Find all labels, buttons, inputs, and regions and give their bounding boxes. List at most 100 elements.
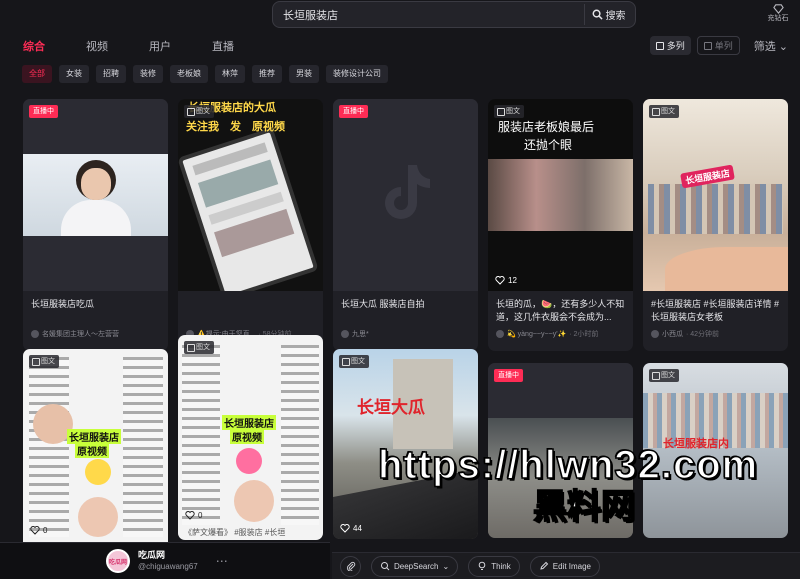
image-post-badge: 图文 (339, 355, 369, 368)
result-card[interactable]: 直播中 长垣大瓜 服装店自拍 九思* (333, 99, 478, 351)
image-post-badge: 图文 (184, 105, 214, 118)
chip-design-company[interactable]: 装修设计公司 (326, 65, 388, 83)
avatar (651, 330, 659, 338)
account-info[interactable]: 吃瓜网 @chiguawang67 (138, 549, 198, 573)
heart-icon (185, 511, 195, 520)
think-label: Think (491, 561, 511, 571)
search-button-label: 搜索 (605, 11, 626, 22)
tiktok-logo-icon (385, 165, 430, 219)
result-card[interactable]: 长垣服装店 原视频 图文 0 《萨文爆看》 #服装店 #长垣 (178, 335, 323, 540)
result-card[interactable]: 长垣服装店 图文 #长垣服装店 #长垣服装店详情 #长垣服装店女老板 小西瓜 · … (643, 99, 788, 351)
image-post-badge: 图文 (494, 105, 524, 118)
avatar (496, 330, 504, 338)
tab-all[interactable]: 综合 (23, 38, 45, 54)
single-column-button[interactable]: 单列 (696, 36, 740, 55)
result-card[interactable]: 长垣服装店的大瓜 关注我 发 原视频 图文 ⚠️提示:由于您直...· 58分钟… (178, 99, 323, 351)
edit-image-label: Edit Image (552, 561, 591, 571)
search-input[interactable] (273, 2, 584, 27)
account-handle: @chiguawang67 (138, 562, 198, 571)
like-value: 0 (198, 510, 203, 520)
think-button[interactable]: Think (468, 555, 520, 577)
sticker (236, 448, 262, 474)
thumb-caption-2: 原视频 (75, 443, 109, 458)
result-card[interactable]: 直播中 (488, 363, 633, 538)
more-icon[interactable]: ⋯ (216, 554, 229, 568)
like-count: 12 (495, 275, 517, 285)
screenshot-collage (29, 357, 69, 537)
card-title: #长垣服装店 #长垣服装店详情 #长垣服装店女老板 (651, 299, 780, 322)
result-card[interactable]: 长垣服装店 原视频 图文 0 (23, 349, 168, 549)
screenshot-collage (182, 345, 220, 525)
deepsearch-icon (381, 562, 390, 571)
chip-women[interactable]: 女装 (59, 65, 89, 83)
thumb-caption: 长垣服装店 (67, 429, 121, 444)
chip-men[interactable]: 男装 (289, 65, 319, 83)
card-thumbnail: 直播中 (488, 363, 633, 538)
result-card[interactable]: 长垣大瓜 图文 44 (333, 349, 478, 539)
clothes-rack (648, 184, 783, 234)
attach-button[interactable] (340, 555, 361, 577)
screenshot-collage (281, 345, 319, 525)
search-results-page: 搜索 充钻石 综合 视频 用户 直播 多列 单列 筛选 ⌄ 全部 女装 招聘 装… (0, 0, 800, 579)
multi-column-button[interactable]: 多列 (649, 36, 691, 55)
image-post-badge: 图文 (29, 355, 59, 368)
card-thumbnail: 长垣服装店内 图文 (643, 363, 788, 538)
deepsearch-button[interactable]: DeepSearch ⌄ (371, 555, 459, 577)
chip-all[interactable]: 全部 (22, 65, 52, 83)
chip-recommend[interactable]: 推荐 (252, 65, 282, 83)
card-author[interactable]: 💫 yàng~~y~~y'✨ (507, 330, 566, 338)
thumb-caption-2: 原视频 (230, 429, 264, 444)
card-info: #长垣服装店 #长垣服装店详情 #长垣服装店女老板 小西瓜 · 42分钟前 (643, 291, 788, 345)
tab-live[interactable]: 直播 (212, 38, 234, 54)
charge-diamond-button[interactable]: 充钻石 (764, 3, 792, 23)
search-icon (592, 9, 603, 20)
heart-icon (30, 526, 40, 535)
like-value: 0 (43, 525, 48, 535)
card-author[interactable]: 名媛集团主理人～左营营 (42, 329, 119, 339)
chip-boss-lady[interactable]: 老板娘 (170, 65, 208, 83)
search-bar: 搜索 (272, 1, 636, 28)
chip-linping[interactable]: 林萍 (215, 65, 245, 83)
card-author[interactable]: 九思* (352, 329, 369, 339)
edit-image-button[interactable]: Edit Image (529, 555, 600, 577)
image-post-badge: 图文 (649, 369, 679, 382)
card-meta: 小西瓜 · 42分钟前 (651, 329, 780, 339)
result-card[interactable]: 直播中 长垣服装店吃瓜 名媛集团主理人～左营营 (23, 99, 168, 351)
thumb-caption: 长垣服装店内 (663, 438, 729, 450)
card-meta: 💫 yàng~~y~~y'✨ · 2小时前 (496, 329, 625, 339)
result-card[interactable]: 长垣服装店内 图文 (643, 363, 788, 538)
face-closeup (665, 247, 788, 291)
tab-users[interactable]: 用户 (149, 38, 171, 54)
phone-screenshot (178, 127, 319, 291)
live-preview (23, 154, 168, 236)
search-button[interactable]: 搜索 (584, 4, 632, 25)
card-title: 长垣服装店吃瓜 (31, 299, 95, 309)
filter-button[interactable]: 筛选 ⌄ (754, 38, 788, 54)
person-body (61, 200, 131, 236)
heart-icon (495, 276, 505, 285)
thumb-caption-2: 关注我 发 原视频 (186, 121, 285, 133)
clothing-rack-photo (488, 159, 633, 231)
card-author[interactable]: 小西瓜 (662, 329, 683, 339)
chip-hiring[interactable]: 招聘 (96, 65, 126, 83)
card-title (186, 298, 315, 325)
card-info: 长垣的瓜，🍉，还有多少人不知道，这几件衣服会不会成为... 💫 yàng~~y~… (488, 291, 633, 345)
card-thumbnail: 长垣服装店的大瓜 关注我 发 原视频 图文 (178, 99, 323, 291)
single-column-label: 单列 (714, 41, 733, 51)
card-thumbnail: 长垣大瓜 图文 44 (333, 349, 478, 539)
thumb-caption-2: 还抛个眼 (524, 138, 573, 152)
charge-label: 充钻石 (767, 15, 789, 22)
filter-chips: 全部 女装 招聘 装修 老板娘 林萍 推荐 男装 装修设计公司 (22, 65, 388, 83)
chevron-down-icon: ⌄ (442, 561, 450, 571)
tab-video[interactable]: 视频 (86, 38, 108, 54)
card-info: 长垣服装店吃瓜 名媛集团主理人～左营营 (23, 291, 168, 345)
result-card[interactable]: 服装店老板娘最后 还抛个眼 图文 12 长垣的瓜，🍉，还有多少人不知道，这几件衣… (488, 99, 633, 351)
chip-decoration[interactable]: 装修 (133, 65, 163, 83)
deepsearch-label: DeepSearch (394, 561, 439, 571)
like-count: 0 (185, 510, 202, 520)
grid-icon (655, 41, 664, 50)
account-bar: 吃瓜网 吃瓜网 @chiguawang67 ⋯ (0, 542, 330, 579)
sticker (85, 459, 111, 485)
edit-icon (540, 561, 548, 570)
ai-toolbar: DeepSearch ⌄ Think Edit Image (332, 552, 800, 579)
